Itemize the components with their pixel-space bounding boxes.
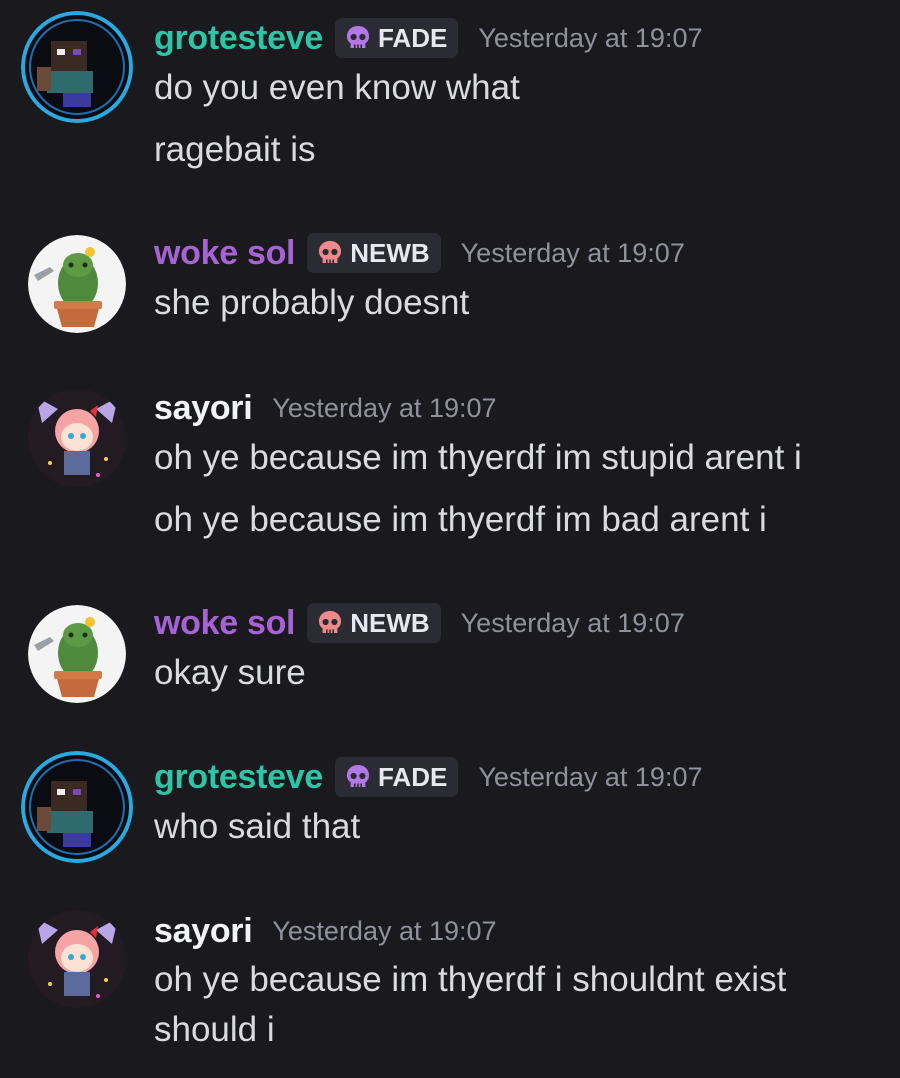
timestamp[interactable]: Yesterday at 19:07 <box>478 23 702 54</box>
timestamp[interactable]: Yesterday at 19:07 <box>461 238 685 269</box>
timestamp[interactable]: Yesterday at 19:07 <box>461 608 685 639</box>
purple-skull-icon <box>346 26 369 48</box>
timestamp[interactable]: Yesterday at 19:07 <box>272 393 496 424</box>
message-text: who said that <box>154 807 361 846</box>
message-text: should i <box>154 1010 275 1049</box>
user-tag[interactable]: NEWB <box>307 233 441 273</box>
message-header: sayori Yesterday at 19:07 <box>154 908 497 954</box>
purple-skull-icon <box>346 765 369 787</box>
message-text: oh ye because im thyerdf im bad arent i <box>154 500 767 539</box>
message-text: oh ye because im thyerdf i shouldnt exis… <box>154 960 787 999</box>
timestamp[interactable]: Yesterday at 19:07 <box>272 916 496 947</box>
timestamp[interactable]: Yesterday at 19:07 <box>478 762 702 793</box>
pink-skull-icon <box>319 611 342 633</box>
username[interactable]: sayori <box>154 912 253 951</box>
pink-skull-icon <box>319 241 342 263</box>
message-text: she probably doesnt <box>154 283 470 322</box>
avatar-woke-sol[interactable] <box>28 605 126 703</box>
username[interactable]: woke sol <box>154 234 296 273</box>
tag-label: FADE <box>377 761 448 792</box>
message-header: woke sol NEWB Yesterday at 19:07 <box>154 600 685 646</box>
message-header: woke sol NEWB Yesterday at 19:07 <box>154 230 685 276</box>
username[interactable]: sayori <box>154 389 253 428</box>
message-header: grotesteve FADE Yesterday at 19:07 <box>154 754 703 800</box>
avatar-grotesteve[interactable] <box>21 11 133 123</box>
message-header: sayori Yesterday at 19:07 <box>154 385 497 431</box>
tag-label: NEWB <box>350 607 430 638</box>
message-text: ragebait is <box>154 130 316 169</box>
message-text: do you even know what <box>154 68 520 107</box>
username[interactable]: grotesteve <box>154 758 323 797</box>
avatar-woke-sol[interactable] <box>28 235 126 333</box>
tag-label: FADE <box>377 22 448 53</box>
user-tag[interactable]: NEWB <box>307 603 441 643</box>
username[interactable]: grotesteve <box>154 19 323 58</box>
username[interactable]: woke sol <box>154 604 296 643</box>
message-header: grotesteve FADE Yesterday at 19:07 <box>154 15 703 61</box>
message-text: oh ye because im thyerdf im stupid arent… <box>154 438 802 477</box>
avatar-sayori[interactable] <box>28 389 126 487</box>
tag-label: NEWB <box>350 237 430 268</box>
user-tag[interactable]: FADE <box>334 757 459 797</box>
avatar-sayori[interactable] <box>28 910 126 1008</box>
message-text: okay sure <box>154 653 306 692</box>
avatar-grotesteve[interactable] <box>21 751 133 863</box>
user-tag[interactable]: FADE <box>334 18 459 58</box>
